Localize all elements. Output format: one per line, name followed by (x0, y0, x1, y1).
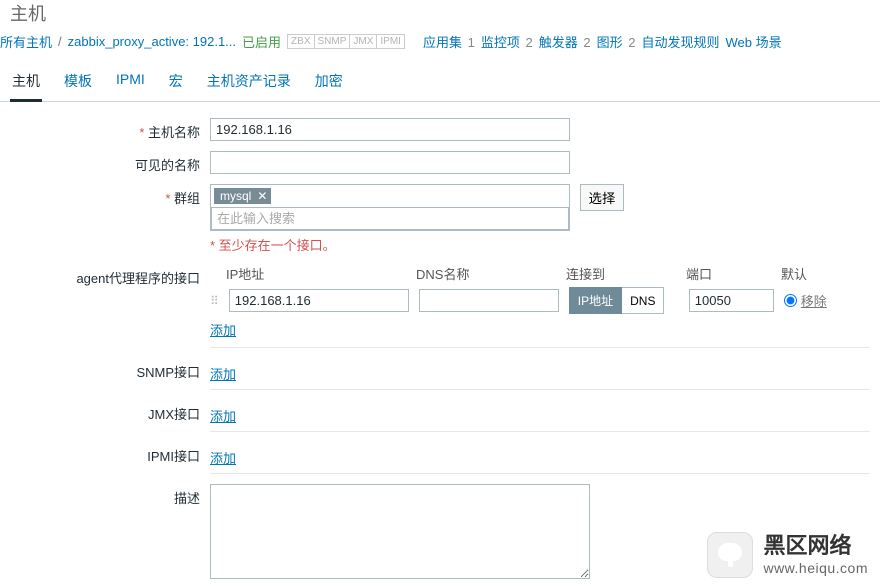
host-form: 主机名称 可见的名称 群组 mysql ✕ 选择 (0, 102, 880, 588)
label-hostname: 主机名称 (10, 118, 210, 141)
tag-zbx: ZBX (287, 34, 314, 49)
remove-iface-link[interactable]: 移除 (801, 291, 827, 310)
tabs: 主机 模板 IPMI 宏 主机资产记录 加密 (0, 65, 880, 102)
groups-multiselect[interactable]: mysql ✕ (210, 184, 570, 231)
input-description[interactable] (210, 484, 590, 579)
page-title: 主机 (0, 0, 880, 26)
protocol-tags: ZBX SNMP JMX IPMI (287, 34, 405, 49)
iface-row: ⠿ IP地址 DNS 移除 (210, 287, 870, 314)
default-radio[interactable] (784, 294, 797, 307)
group-search-input[interactable] (211, 207, 569, 230)
tab-macros[interactable]: 宏 (167, 65, 185, 101)
tab-host[interactable]: 主机 (10, 65, 42, 102)
label-description: 描述 (10, 484, 210, 507)
link-all-hosts[interactable]: 所有主机 (0, 32, 52, 51)
col-conn: 连接到 (566, 264, 676, 283)
link-triggers[interactable]: 触发器 2 (539, 32, 591, 51)
col-ip: IP地址 (226, 264, 406, 283)
tab-ipmi[interactable]: IPMI (114, 65, 147, 101)
label-jmx: JMX接口 (10, 400, 210, 423)
label-visible-name: 可见的名称 (10, 151, 210, 174)
tag-snmp: SNMP (315, 34, 351, 49)
input-hostname[interactable] (210, 118, 570, 141)
drag-handle-icon[interactable]: ⠿ (210, 294, 219, 308)
default-radio-label[interactable]: 移除 (784, 291, 854, 310)
status-badge: 已启用 (242, 32, 281, 51)
label-groups: 群组 (10, 184, 210, 207)
label-snmp: SNMP接口 (10, 358, 210, 381)
iface-header: IP地址 DNS名称 连接到 端口 默认 (210, 264, 870, 283)
link-applications[interactable]: 应用集 1 (423, 32, 475, 51)
input-visible-name[interactable] (210, 151, 570, 174)
label-ipmi-iface: IPMI接口 (10, 442, 210, 465)
input-dns[interactable] (419, 289, 559, 312)
connect-to-toggle: IP地址 DNS (569, 287, 679, 314)
link-web[interactable]: Web 场景 (725, 32, 781, 51)
tab-template[interactable]: 模板 (62, 65, 94, 101)
connect-dns-button[interactable]: DNS (622, 287, 664, 314)
input-port[interactable] (689, 289, 774, 312)
connect-ip-button[interactable]: IP地址 (569, 287, 622, 314)
input-ip[interactable] (229, 289, 409, 312)
link-items[interactable]: 监控项 2 (481, 32, 533, 51)
breadcrumb-sep: / (58, 34, 62, 49)
link-graphs[interactable]: 图形 2 (597, 32, 636, 51)
add-agent-iface-link[interactable]: 添加 (210, 320, 236, 339)
tag-jmx: JMX (350, 34, 377, 49)
col-default: 默认 (781, 264, 851, 283)
add-jmx-link[interactable]: 添加 (210, 406, 236, 425)
tab-inventory[interactable]: 主机资产记录 (205, 65, 293, 101)
group-tag: mysql ✕ (214, 188, 271, 204)
col-dns: DNS名称 (416, 264, 556, 283)
interface-error: 至少存在一个接口。 (210, 235, 870, 254)
label-agent-interface: agent代理程序的接口 (10, 264, 210, 287)
add-ipmi-link[interactable]: 添加 (210, 448, 236, 467)
tag-ipmi: IPMI (377, 34, 405, 49)
breadcrumb: 所有主机 / zabbix_proxy_active: 192.1... 已启用… (0, 26, 880, 61)
remove-tag-icon[interactable]: ✕ (257, 189, 267, 203)
link-discovery[interactable]: 自动发现规则 (641, 32, 719, 51)
col-port: 端口 (686, 264, 771, 283)
tab-encryption[interactable]: 加密 (313, 65, 345, 101)
group-tag-label: mysql (220, 189, 251, 203)
select-group-button[interactable]: 选择 (580, 184, 625, 211)
add-snmp-link[interactable]: 添加 (210, 364, 236, 383)
link-proxy-host[interactable]: zabbix_proxy_active: 192.1... (68, 34, 236, 49)
